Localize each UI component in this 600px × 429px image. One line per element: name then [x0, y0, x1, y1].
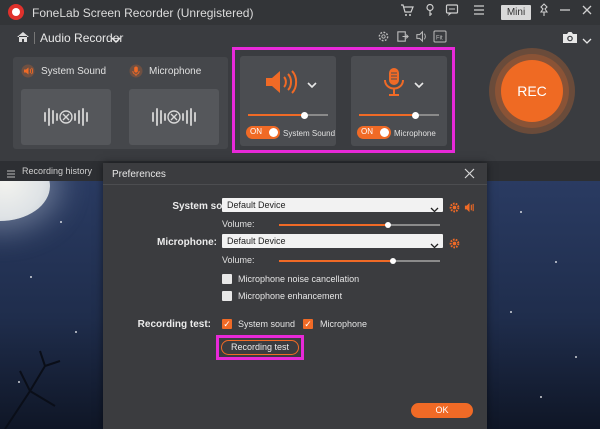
system-sound-label: System Sound	[41, 66, 107, 77]
star	[575, 356, 577, 358]
speaker-icon[interactable]	[464, 200, 475, 213]
volume-icon[interactable]	[414, 30, 428, 44]
dialog-title: Preferences	[112, 169, 166, 180]
app-logo-icon	[8, 4, 24, 20]
test-microphone-checkbox[interactable]: ✓	[303, 319, 313, 329]
chevron-down-icon[interactable]	[582, 32, 592, 44]
gear-icon[interactable]	[449, 200, 460, 213]
chat-icon[interactable]	[443, 3, 461, 21]
select-value: Default Device	[227, 236, 286, 246]
preferences-dialog: Preferences System sound: Default Device…	[103, 163, 487, 429]
title-bar: FoneLab Screen Recorder (Unregistered) M…	[0, 0, 600, 25]
system-sound-waveform[interactable]	[21, 89, 111, 145]
speaker-icon	[21, 64, 35, 78]
fit-icon[interactable]: Fit	[433, 30, 447, 44]
system-volume-label: Volume:	[222, 219, 255, 229]
pin-icon[interactable]	[535, 3, 553, 21]
rec-button[interactable]: REC	[501, 60, 563, 122]
test-microphone-label: Microphone	[320, 319, 368, 329]
star	[555, 261, 557, 263]
minimize-icon[interactable]	[556, 3, 574, 21]
star	[520, 211, 522, 213]
noise-cancellation-label: Microphone noise cancellation	[238, 274, 360, 284]
mic-enhancement-label: Microphone enhancement	[238, 291, 343, 301]
svg-text:Fit: Fit	[436, 36, 443, 42]
recording-test-button[interactable]: Recording test	[221, 340, 299, 355]
ok-button[interactable]: OK	[411, 403, 473, 418]
system-volume-fill	[279, 224, 388, 226]
microphone-row-label: Microphone:	[157, 237, 217, 248]
key-icon[interactable]	[421, 3, 439, 21]
test-system-sound-checkbox[interactable]: ✓	[222, 319, 232, 329]
audio-sources-card: System Sound Microphone	[13, 57, 228, 149]
test-system-sound-label: System sound	[238, 319, 296, 329]
divider	[34, 32, 35, 44]
moon-image	[0, 181, 50, 221]
system-sound-device-select[interactable]: Default Device	[222, 198, 443, 213]
star	[30, 276, 32, 278]
microphone-label: Microphone	[149, 66, 202, 77]
microphone-volume-label: Volume:	[222, 255, 255, 265]
cart-icon[interactable]	[398, 3, 416, 21]
microphone-waveform[interactable]	[129, 89, 219, 145]
microphone-volume-knob[interactable]	[390, 258, 396, 264]
star	[510, 311, 512, 313]
home-icon[interactable]	[16, 30, 30, 44]
export-icon[interactable]	[395, 30, 409, 44]
star	[60, 221, 62, 223]
mini-mode-button[interactable]: Mini	[501, 5, 531, 20]
chevron-down-icon	[430, 201, 439, 213]
system-volume-knob[interactable]	[385, 222, 391, 228]
star	[540, 396, 542, 398]
app-title: FoneLab Screen Recorder (Unregistered)	[32, 6, 254, 20]
microphone-device-select[interactable]: Default Device	[222, 234, 443, 249]
dialog-header: Preferences	[103, 163, 487, 185]
chevron-down-icon[interactable]	[110, 32, 122, 44]
microphone-volume-fill	[279, 260, 393, 262]
recording-history-link[interactable]: Recording history	[22, 166, 92, 176]
camera-icon[interactable]	[562, 30, 578, 44]
controls-highlight-box	[232, 47, 455, 153]
list-icon	[6, 166, 16, 178]
close-icon[interactable]	[463, 167, 476, 180]
gear-icon[interactable]	[449, 236, 460, 249]
select-value: Default Device	[227, 200, 286, 210]
settings-icon[interactable]	[376, 30, 390, 44]
tree-silhouette	[4, 350, 61, 429]
menu-icon[interactable]	[470, 3, 488, 21]
recording-test-row-label: Recording test:	[137, 319, 211, 330]
chevron-down-icon	[430, 237, 439, 249]
microphone-icon	[129, 64, 143, 78]
noise-cancellation-checkbox[interactable]	[222, 274, 232, 284]
mic-enhancement-checkbox[interactable]	[222, 291, 232, 301]
close-icon[interactable]	[578, 3, 596, 21]
